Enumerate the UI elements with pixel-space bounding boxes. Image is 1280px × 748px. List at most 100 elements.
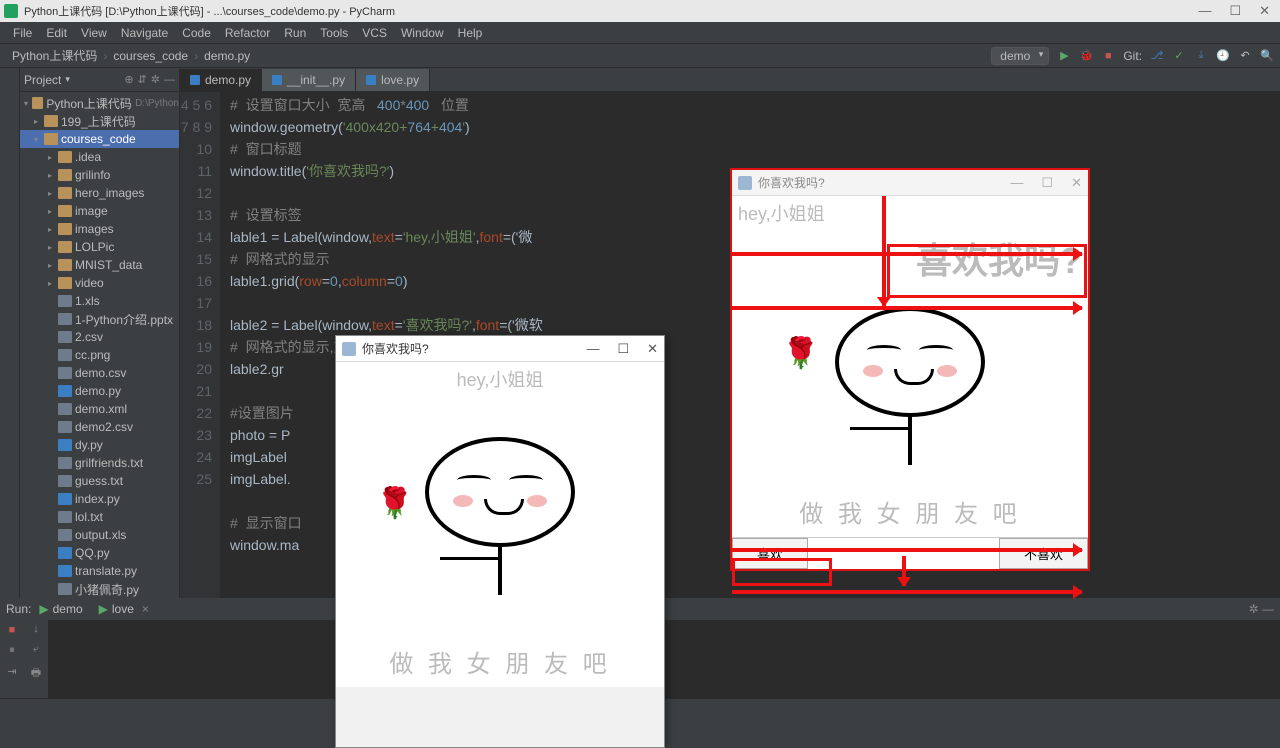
tree-item[interactable]: 1-Python介绍.pptx [20, 310, 179, 328]
tree-item[interactable]: ▸video [20, 274, 179, 292]
step-icon[interactable]: ⇥ [7, 665, 16, 678]
wrap-icon[interactable]: ⤶ [33, 643, 39, 656]
tree-item[interactable]: 1.xls [20, 292, 179, 310]
tk-window-annotated: 你喜欢我吗? — ☐ ✕ hey,小姐姐 喜欢我吗? 🌹 做 我 女 朋 友 吧… [730, 168, 1090, 571]
menu-window[interactable]: Window [394, 26, 451, 40]
down-icon[interactable]: ↓ [33, 623, 39, 635]
tree-item[interactable]: index.py [20, 490, 179, 508]
git-history-icon[interactable]: 🕘 [1216, 49, 1230, 63]
git-commit-icon[interactable]: ✓ [1172, 49, 1186, 63]
minimize-icon[interactable]: — [1198, 3, 1211, 19]
maximize-icon[interactable]: ☐ [1229, 3, 1241, 19]
label1: hey,小姐姐 [336, 362, 664, 396]
collapse-icon[interactable]: ⇵ [138, 73, 147, 86]
tk-feather-icon [738, 176, 752, 190]
tree-item[interactable]: ▸grilinfo [20, 166, 179, 184]
print-icon[interactable]: 🖶 [31, 664, 41, 683]
breadcrumb[interactable]: demo.py [198, 49, 256, 63]
menu-view[interactable]: View [74, 26, 114, 40]
meme-image: 🌹 [336, 396, 664, 636]
tree-item[interactable]: ▸MNIST_data [20, 256, 179, 274]
locate-icon[interactable]: ⊕ [124, 73, 133, 86]
minimize-icon[interactable]: — [1010, 175, 1023, 191]
stop-icon[interactable]: ■ [1101, 49, 1115, 63]
tree-item[interactable]: ▾courses_code [20, 130, 179, 148]
tree-item[interactable]: QQ.py [20, 544, 179, 562]
close-icon[interactable]: ✕ [647, 341, 658, 357]
menu-tools[interactable]: Tools [313, 26, 355, 40]
tree-item[interactable]: output.xls [20, 526, 179, 544]
tree-item[interactable]: cc.png [20, 346, 179, 364]
tree-item[interactable]: demo.xml [20, 400, 179, 418]
run-config-selector[interactable]: demo [991, 47, 1049, 65]
git-revert-icon[interactable]: ↶ [1238, 49, 1252, 63]
run-icon[interactable]: ▶ [1057, 49, 1071, 63]
run-tab[interactable]: ▶demo [31, 602, 90, 616]
tree-item[interactable]: demo.py [20, 382, 179, 400]
hide-icon[interactable]: — [164, 74, 175, 86]
tree-item[interactable]: ▸hero_images [20, 184, 179, 202]
project-label[interactable]: Project [24, 73, 61, 87]
rose-icon: 🌹 [782, 336, 819, 371]
maximize-icon[interactable]: ☐ [1041, 175, 1053, 191]
tree-item[interactable]: guess.txt [20, 472, 179, 490]
tree-item[interactable]: ▸image [20, 202, 179, 220]
tk-window-1: 你喜欢我吗? — ☐ ✕ hey,小姐姐 🌹 做 我 女 朋 友 吧 [335, 335, 665, 748]
breadcrumb[interactable]: courses_code [107, 49, 194, 63]
menu-refactor[interactable]: Refactor [218, 26, 277, 40]
run-tab[interactable]: ▶love× [91, 602, 157, 616]
tree-item[interactable]: translate.py [20, 562, 179, 580]
window-title: Python上课代码 [D:\Python上课代码] - ...\courses… [24, 3, 395, 19]
tree-item[interactable]: ▸images [20, 220, 179, 238]
annotation-box [887, 244, 1087, 298]
tree-item[interactable]: demo2.csv [20, 418, 179, 436]
search-icon[interactable]: 🔍 [1260, 49, 1274, 63]
menu-file[interactable]: File [6, 26, 39, 40]
debug-icon[interactable]: 🐞 [1079, 49, 1093, 63]
close-icon[interactable]: ✕ [1259, 3, 1270, 19]
annotation-arrow [732, 306, 1082, 310]
tree-item[interactable]: lol.txt [20, 508, 179, 526]
git-branch-icon[interactable]: ⎇ [1150, 49, 1164, 63]
pause-icon[interactable]: ⏸ [9, 644, 15, 657]
menu-vcs[interactable]: VCS [355, 26, 394, 40]
git-update-icon[interactable]: ⤓ [1194, 49, 1208, 63]
tree-item[interactable]: ▸LOLPic [20, 238, 179, 256]
pycharm-icon [4, 4, 18, 18]
gear-icon[interactable]: ✲ — [1249, 602, 1274, 616]
close-icon[interactable]: ✕ [1071, 175, 1082, 191]
annotation-arrow [882, 196, 886, 306]
tree-item[interactable]: dy.py [20, 436, 179, 454]
menu-navigate[interactable]: Navigate [114, 26, 175, 40]
annotation-arrow [732, 590, 1082, 594]
tree-item[interactable]: 小猪佩奇.py [20, 580, 179, 598]
menu-edit[interactable]: Edit [39, 26, 74, 40]
menu-run[interactable]: Run [277, 26, 313, 40]
left-tool-stripe[interactable] [0, 68, 20, 598]
editor-tab[interactable]: demo.py [180, 69, 262, 91]
tree-item[interactable]: ▸.idea [20, 148, 179, 166]
menu-code[interactable]: Code [175, 26, 218, 40]
maximize-icon[interactable]: ☐ [617, 341, 629, 357]
tree-item[interactable]: demo.csv [20, 364, 179, 382]
meme-image: 🌹 [732, 286, 1088, 486]
tree-item[interactable]: 2.csv [20, 328, 179, 346]
git-label: Git: [1123, 49, 1142, 63]
minimize-icon[interactable]: — [586, 341, 599, 357]
label1: hey,小姐姐 [732, 196, 1088, 230]
tree-item[interactable]: ▸199_上课代码 [20, 112, 179, 130]
rose-icon: 🌹 [376, 486, 413, 521]
tree-root[interactable]: ▾ Python上课代码 D:\Python [20, 94, 179, 112]
menu-help[interactable]: Help [451, 26, 490, 40]
breadcrumb[interactable]: Python上课代码 [6, 47, 103, 64]
editor-tab[interactable]: love.py [356, 69, 430, 91]
gear-icon[interactable]: ✲ [151, 73, 160, 86]
tree-item[interactable]: grilfriends.txt [20, 454, 179, 472]
window-titlebar: Python上课代码 [D:\Python上课代码] - ...\courses… [0, 0, 1280, 22]
editor-tab[interactable]: __init__.py [262, 69, 356, 91]
annotation-arrow [732, 548, 1082, 552]
stop-icon[interactable]: ■ [9, 624, 16, 636]
tk-feather-icon [342, 342, 356, 356]
annotation-arrow [902, 556, 906, 586]
project-tree[interactable]: ▾ Python上课代码 D:\Python ▸199_上课代码▾courses… [20, 92, 179, 598]
